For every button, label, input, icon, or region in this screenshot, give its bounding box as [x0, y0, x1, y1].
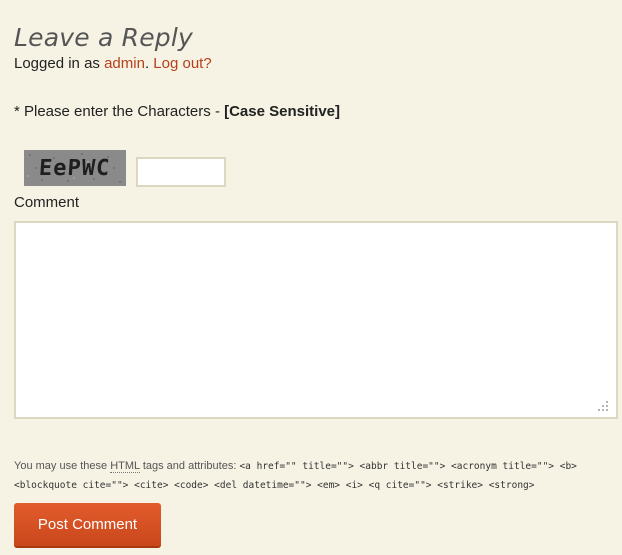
case-sensitive-note: [Case Sensitive]	[224, 103, 340, 120]
resize-grip-icon[interactable]	[596, 399, 610, 413]
logout-link[interactable]: Log out?	[153, 55, 211, 72]
captcha-text: EePWC	[38, 155, 112, 181]
logged-in-line: Logged in as admin. Log out?	[14, 55, 212, 72]
captcha-input[interactable]	[136, 157, 226, 187]
reply-title: Leave a Reply	[14, 23, 193, 52]
html-abbr: HTML	[110, 460, 140, 473]
post-comment-button[interactable]: Post Comment	[14, 503, 161, 548]
username-link[interactable]: admin	[104, 55, 145, 72]
comment-label: Comment	[14, 194, 80, 211]
logged-in-prefix: Logged in as	[14, 55, 105, 72]
allowed-tags-prefix: You may use these	[14, 460, 111, 472]
allowed-tags-middle: tags and attributes:	[139, 460, 240, 472]
comment-textarea[interactable]	[14, 221, 618, 419]
captcha-prompt-text: * Please enter the Characters -	[14, 103, 225, 120]
captcha-prompt: * Please enter the Characters - [Case Se…	[14, 103, 340, 120]
allowed-tags-note: You may use these HTML tags and attribut…	[14, 457, 614, 495]
captcha-image: EePWC	[24, 150, 126, 186]
